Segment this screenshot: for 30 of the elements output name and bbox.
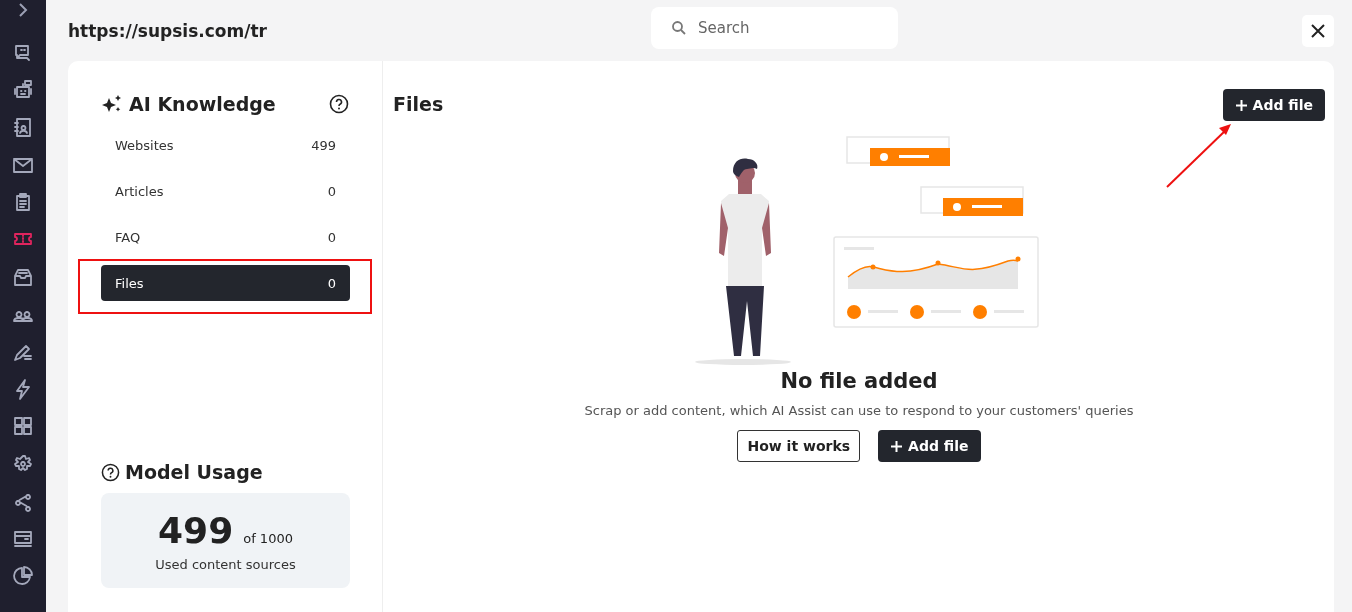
usage-caption: Used content sources (155, 556, 296, 572)
usage-count: 499 (158, 509, 234, 551)
knowledge-item[interactable]: Files 0 (101, 265, 350, 301)
add-file-button[interactable]: Add file (878, 430, 981, 462)
knowledge-item[interactable]: FAQ 0 (101, 219, 350, 255)
pie-chart-icon[interactable] (12, 564, 34, 587)
section-title: Model Usage (125, 461, 263, 483)
close-icon (1311, 23, 1325, 38)
plus-icon (1234, 98, 1248, 112)
empty-state-title: No file added (780, 369, 938, 393)
contact-book-icon[interactable] (12, 116, 34, 139)
sparkle-icon (101, 94, 123, 114)
grid-icon[interactable] (12, 415, 34, 438)
help-icon[interactable] (101, 462, 120, 482)
search-field[interactable]: Search (651, 7, 898, 49)
panel-title: Files (393, 93, 444, 115)
page-url: https://supsis.com/tr (68, 20, 267, 41)
plus-icon (890, 439, 904, 453)
close-button[interactable] (1302, 14, 1334, 47)
add-file-button[interactable]: Add file (1222, 89, 1325, 121)
help-icon[interactable] (329, 94, 349, 114)
knowledge-item[interactable]: Websites 499 (101, 127, 350, 163)
knowledge-item[interactable]: Articles 0 (101, 173, 350, 209)
robot-icon[interactable] (12, 78, 34, 101)
how-it-works-button[interactable]: How it works (737, 430, 861, 462)
chevron-right-icon[interactable] (17, 2, 29, 18)
section-title: AI Knowledge (129, 93, 276, 115)
usage-total: of 1000 (243, 530, 293, 546)
empty-state-text: Scrap or add content, which AI Assist can use to respond to your customers' queries (584, 403, 1134, 418)
search-icon (671, 20, 687, 36)
